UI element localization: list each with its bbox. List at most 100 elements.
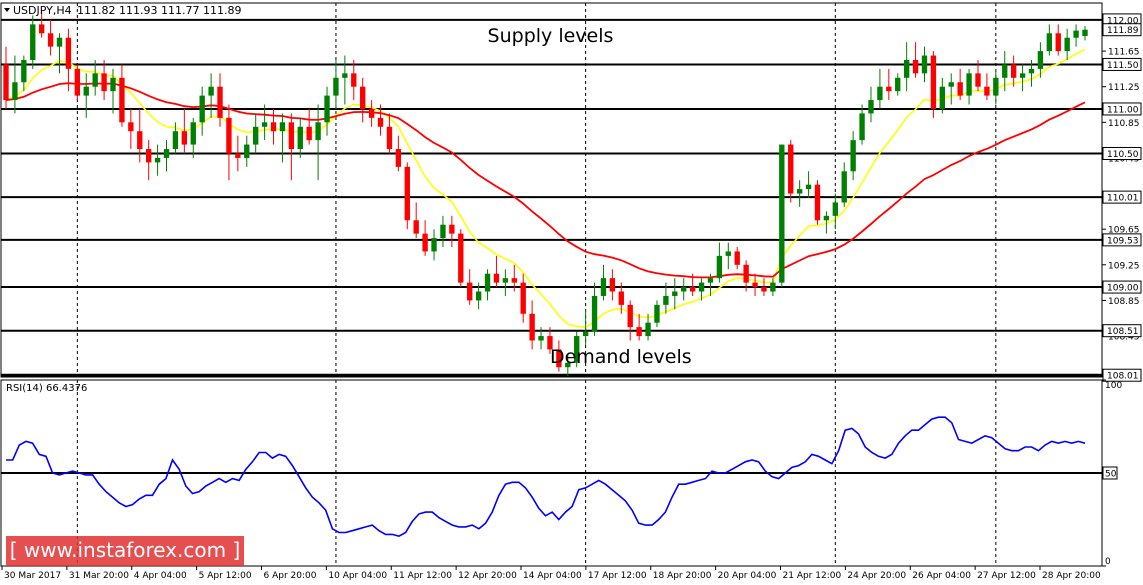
annotation-label: Supply levels	[488, 25, 614, 47]
candle-body	[725, 251, 731, 256]
candle-body	[458, 233, 464, 283]
candle-body	[208, 86, 214, 96]
candle-body	[796, 189, 803, 194]
rsi-tick-label: 100	[1105, 381, 1122, 391]
candle-body	[618, 291, 624, 305]
candle-body	[895, 77, 901, 92]
time-tick-label: 12 Apr 20:00	[458, 571, 517, 581]
candle-body	[288, 122, 295, 150]
price-level-label: 111.00	[1107, 105, 1139, 115]
candle-body	[529, 313, 535, 341]
candle-body	[645, 322, 651, 337]
candle-body	[431, 238, 437, 252]
price-level-label: 111.50	[1107, 61, 1139, 71]
price-tick-label: 110.85	[1108, 119, 1140, 129]
time-tick-label: 24 Apr 20:00	[847, 571, 906, 581]
rsi-tick-label: 0	[1105, 557, 1111, 567]
time-tick-label: 10 Apr 04:00	[328, 571, 387, 581]
candle-body	[698, 282, 705, 292]
candle-body	[502, 278, 509, 283]
candle-body	[279, 122, 286, 132]
candle-body	[1055, 33, 1061, 52]
candle-body	[3, 64, 9, 101]
candle-body	[92, 73, 98, 87]
candle-body	[226, 117, 232, 154]
candle-body	[74, 68, 81, 96]
candle-body	[38, 24, 45, 34]
candle-body	[788, 144, 794, 194]
candle-body	[591, 295, 598, 332]
candle-body	[386, 126, 393, 150]
candle-body	[903, 59, 910, 78]
candle-body	[172, 131, 179, 150]
time-tick-label: 31 Mar 20:00	[69, 571, 129, 581]
candle-body	[948, 82, 954, 87]
candle-body	[877, 86, 883, 101]
candle-body	[253, 126, 259, 145]
candle-body	[636, 327, 642, 337]
chart-title: USDJPY,H4	[13, 4, 72, 17]
candle-body	[770, 282, 776, 292]
time-tick-label: 20 Apr 04:00	[718, 571, 777, 581]
candle-body	[654, 304, 660, 323]
candle-body	[716, 255, 723, 279]
watermark-text: [ www.instaforex.com ]	[10, 538, 241, 562]
price-level-label: 111.89	[1107, 26, 1139, 36]
ohlc-header: 111.82 111.93 111.77 111.89	[77, 4, 241, 17]
candle-body	[83, 86, 89, 96]
candle-body	[1010, 64, 1017, 78]
candle-body	[449, 224, 455, 234]
candle-body	[966, 73, 972, 96]
candle-body	[814, 184, 821, 221]
candle-body	[128, 122, 134, 132]
candle-body	[805, 184, 812, 190]
watermark: [ www.instaforex.com ]	[6, 536, 244, 566]
candle-body	[1019, 73, 1026, 78]
candle-body	[743, 264, 749, 283]
candle-body	[65, 37, 72, 69]
price-level-label: 109.53	[1107, 236, 1139, 246]
candle-body	[413, 220, 419, 234]
candle-body	[306, 126, 312, 141]
candle-body	[377, 117, 384, 127]
time-tick-label: 18 Apr 20:00	[653, 571, 712, 581]
price-tick-label: 109.25	[1108, 261, 1140, 271]
candle-body	[47, 33, 54, 47]
candle-body	[663, 295, 669, 305]
time-tick-label: 5 Apr 12:00	[199, 571, 252, 581]
candle-body	[761, 287, 767, 292]
time-tick-label: 27 Apr 12:00	[977, 571, 1036, 581]
candle-body	[467, 282, 473, 301]
candle-body	[297, 126, 303, 150]
candle-body	[315, 122, 321, 141]
candle-body	[404, 166, 410, 221]
candle-body	[119, 77, 125, 123]
time-tick-label: 26 Apr 04:00	[912, 571, 971, 581]
rsi-tick-label: 50	[1105, 470, 1117, 480]
price-axis: 111.65111.25110.85110.45109.65109.25108.…	[1102, 13, 1142, 382]
price-level-label: 108.51	[1107, 327, 1139, 337]
candle-body	[993, 77, 999, 96]
candle-body	[368, 108, 375, 118]
price-level-label: 110.50	[1107, 150, 1139, 160]
candle-body	[190, 122, 196, 145]
candle-body	[12, 82, 18, 101]
main-plot-area	[0, 2, 1103, 378]
candle-body	[520, 282, 526, 314]
candle-body	[154, 157, 161, 163]
time-tick-label: 28 Apr 20:00	[1042, 571, 1101, 581]
candle-body	[868, 100, 874, 114]
candle-body	[912, 59, 919, 74]
price-tick-label: 111.65	[1108, 48, 1140, 58]
candle-body	[484, 273, 491, 292]
candle-body	[244, 144, 250, 158]
candle-body	[984, 86, 990, 96]
candle-body	[395, 149, 402, 167]
candle-body	[511, 278, 517, 283]
main-panel: Supply levels Demand levels USDJPY,H4 111…	[0, 2, 1142, 382]
candle-body	[823, 215, 830, 221]
candle-body	[582, 331, 589, 337]
candle-body	[1073, 30, 1079, 38]
candle-body	[672, 291, 678, 296]
candle-body	[609, 278, 616, 292]
